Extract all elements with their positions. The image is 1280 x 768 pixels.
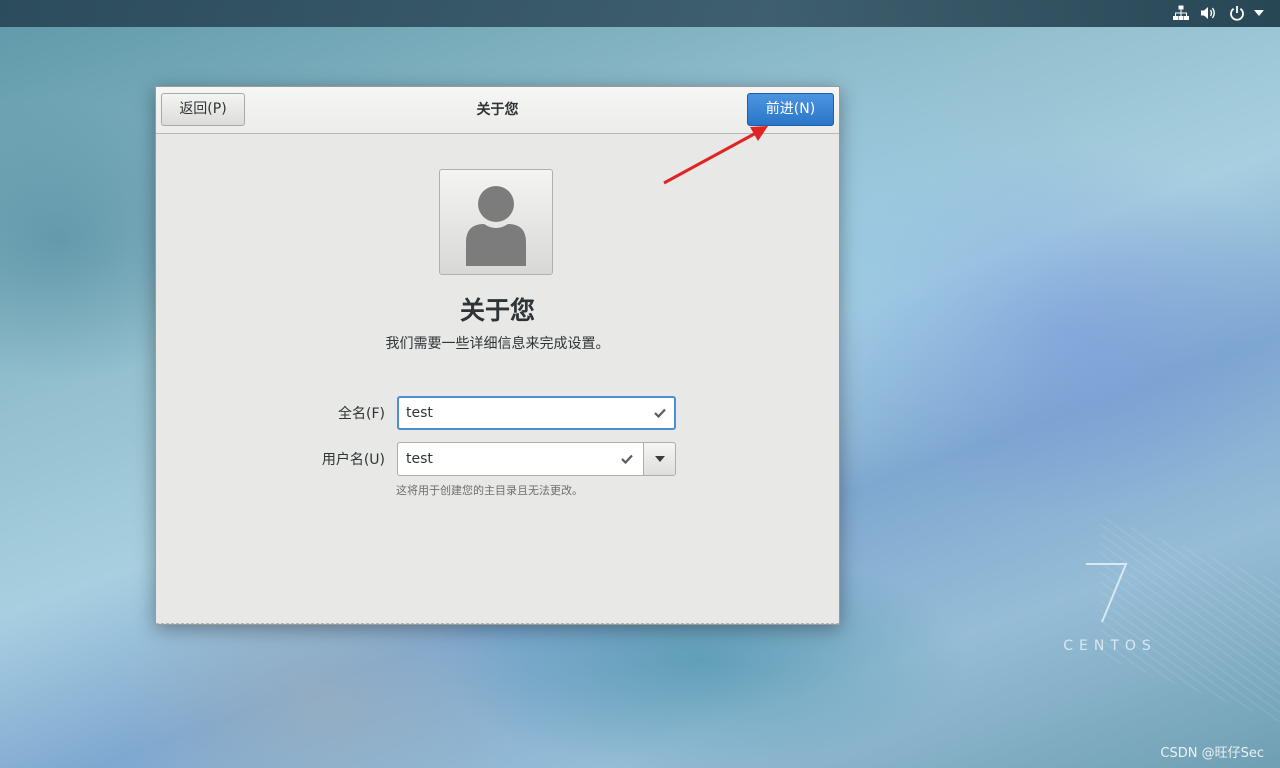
- centos-logo: CENTOS: [1050, 556, 1170, 666]
- chevron-down-icon[interactable]: [1252, 4, 1266, 22]
- username-label: 用户名(U): [321, 452, 385, 468]
- chevron-down-icon: [654, 456, 665, 462]
- centos-wordmark: CENTOS: [1063, 638, 1157, 654]
- username-hint: 这将用于创建您的主目录且无法更改。: [396, 484, 583, 497]
- check-icon: [654, 407, 666, 419]
- fullname-input[interactable]: [397, 396, 676, 430]
- check-icon: [621, 453, 633, 465]
- top-bar: [0, 0, 1280, 27]
- centos-seven-numeral: [1080, 556, 1140, 630]
- network-icon[interactable]: [1172, 4, 1190, 22]
- page-heading: 关于您: [459, 296, 535, 325]
- csdn-watermark: CSDN @旺仔Sec: [1160, 746, 1264, 761]
- username-dropdown-button[interactable]: [643, 442, 676, 476]
- annotation-arrow-icon: [663, 126, 768, 185]
- volume-icon[interactable]: [1199, 4, 1219, 22]
- user-avatar-icon: [466, 186, 526, 266]
- power-icon[interactable]: [1228, 4, 1246, 22]
- dialog-title: 关于您: [476, 102, 519, 118]
- username-input[interactable]: [397, 442, 643, 476]
- avatar-button[interactable]: [439, 169, 553, 275]
- page-subtitle: 我们需要一些详细信息来完成设置。: [385, 336, 610, 352]
- dialog-bottom-divider: [156, 623, 839, 624]
- fullname-label: 全名(F): [338, 406, 385, 422]
